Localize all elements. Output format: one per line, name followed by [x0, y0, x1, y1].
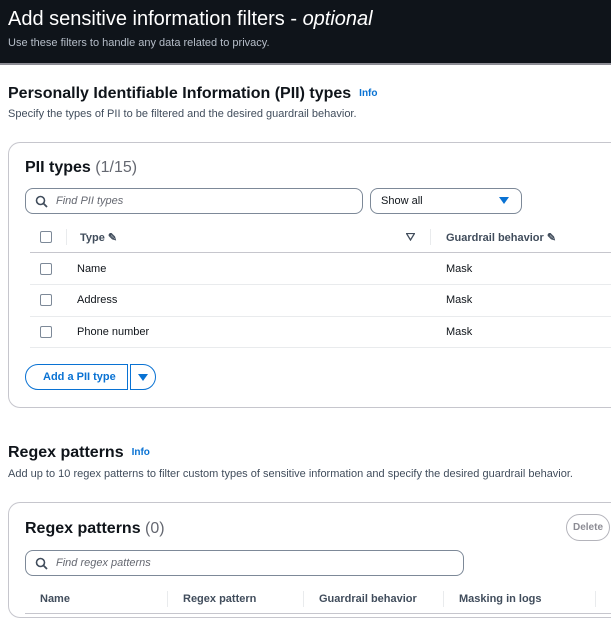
page-header: Add sensitive information filters - opti…: [0, 0, 611, 65]
pii-section-heading: Personally Identifiable Information (PII…: [8, 85, 378, 102]
page-subtitle: Use these filters to handle any data rel…: [8, 37, 270, 49]
search-icon: [35, 195, 48, 208]
row-checkbox[interactable]: [40, 326, 52, 338]
caret-down-icon: [499, 197, 509, 204]
pii-table-title: PII types (1/15): [25, 159, 138, 176]
column-header-name[interactable]: Name: [40, 593, 70, 605]
regex-table-title: Regex patterns (0): [25, 520, 165, 537]
column-header-guardrail-behavior[interactable]: Guardrail behavior: [319, 593, 417, 605]
regex-section-description: Add up to 10 regex patterns to filter cu…: [8, 468, 573, 480]
info-link[interactable]: Info: [359, 88, 377, 99]
page-title: Add sensitive information filters - opti…: [8, 8, 373, 30]
regex-section-heading: Regex patterns Info: [8, 444, 150, 461]
sort-icon[interactable]: [406, 233, 415, 241]
select-all-checkbox[interactable]: [40, 231, 52, 243]
edit-icon: ✎: [107, 232, 118, 244]
column-header-regex-pattern[interactable]: Regex pattern: [183, 593, 256, 605]
row-checkbox[interactable]: [40, 263, 52, 275]
info-link[interactable]: Info: [132, 447, 150, 458]
caret-down-icon: [138, 374, 148, 381]
column-header-masking-in-logs[interactable]: Masking in logs: [459, 593, 542, 605]
pii-filter-select[interactable]: Show all: [370, 188, 522, 214]
add-pii-type-dropdown[interactable]: [130, 364, 156, 390]
pii-section-description: Specify the types of PII to be filtered …: [8, 108, 357, 120]
add-pii-type-button[interactable]: Add a PII type: [25, 364, 128, 390]
regex-search-input[interactable]: Find regex patterns: [25, 550, 464, 576]
row-checkbox[interactable]: [40, 294, 52, 306]
column-header-type[interactable]: Type ✎: [80, 231, 117, 244]
search-icon: [35, 557, 48, 570]
edit-icon: ✎: [546, 232, 557, 244]
column-header-guardrail-behavior[interactable]: Guardrail behavior ✎: [446, 231, 556, 244]
delete-button[interactable]: Delete: [566, 514, 610, 541]
pii-search-input[interactable]: Find PII types: [25, 188, 363, 214]
